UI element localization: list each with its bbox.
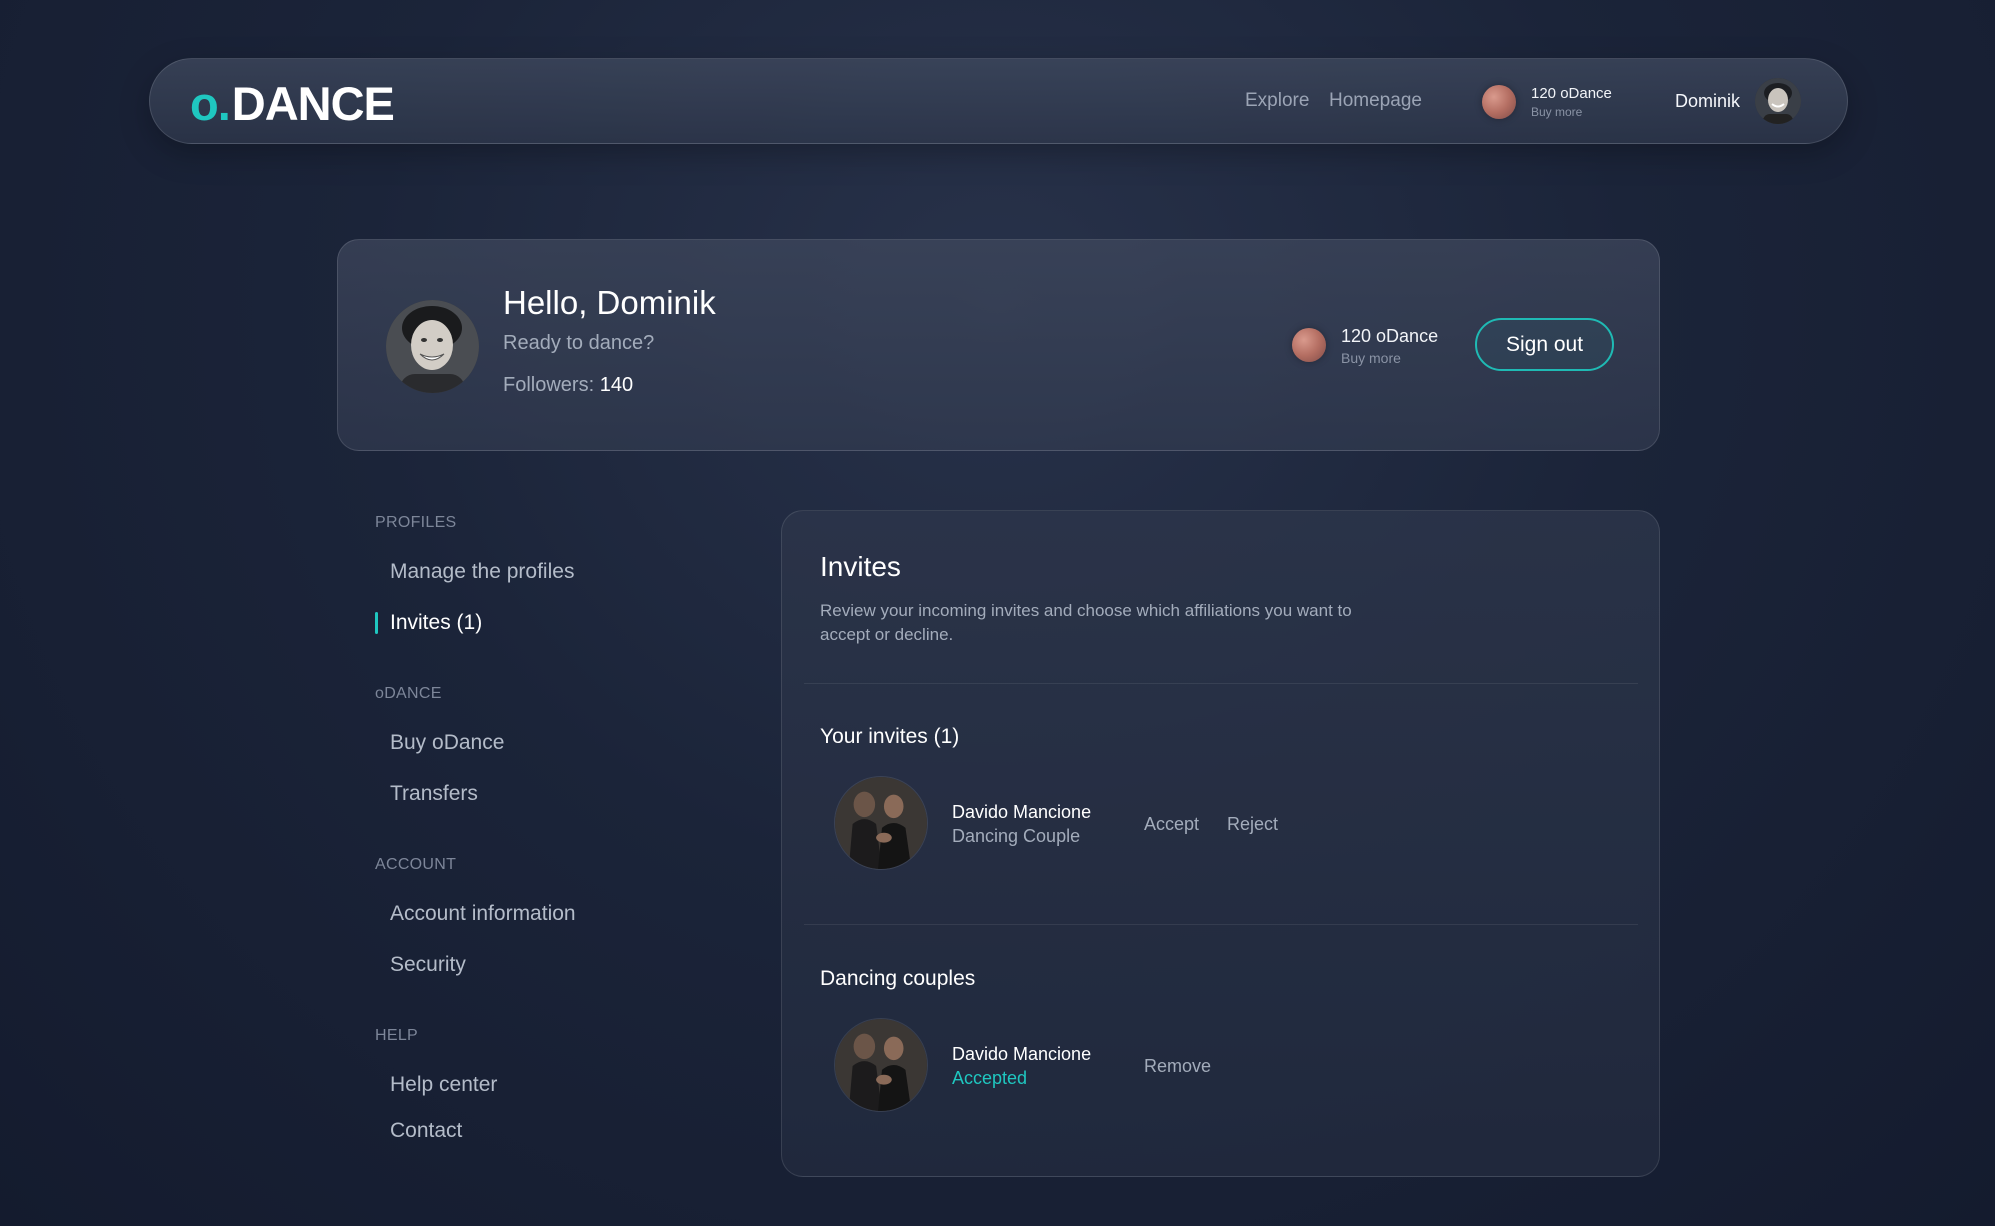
greeting-heading: Hello, Dominik: [503, 284, 716, 321]
dancing-couple-photo-icon: [835, 1019, 927, 1111]
dancing-couples-title: Dancing couples: [820, 967, 976, 990]
sidebar-item-transfers[interactable]: Transfers: [390, 782, 478, 806]
odance-coin-icon: [1292, 328, 1326, 362]
header-buy-more-link[interactable]: Buy more: [1531, 105, 1582, 119]
sidebar-heading-odance: oDANCE: [375, 685, 442, 702]
odance-coin-icon: [1482, 85, 1516, 119]
top-navbar: o. DANCE Explore Homepage 120 oDance Buy …: [149, 58, 1848, 144]
tagline-text: Ready to dance?: [503, 332, 655, 354]
sidebar-heading-profiles: PROFILES: [375, 514, 457, 531]
sidebar-item-invites[interactable]: Invites (1): [390, 611, 482, 635]
reject-invite-button[interactable]: Reject: [1227, 814, 1278, 835]
sidebar-item-security[interactable]: Security: [390, 953, 466, 977]
couple-status-accepted: Accepted: [952, 1068, 1028, 1088]
invites-title: Invites: [820, 551, 901, 582]
odance-logo[interactable]: o. DANCE: [190, 76, 395, 131]
followers-line: Followers: 140: [503, 374, 633, 397]
logo-o: o: [190, 77, 219, 130]
invites-panel: Invites Review your incoming invites and…: [781, 510, 1660, 1177]
dancing-couple-photo-icon: [835, 777, 927, 869]
profile-balance-amount: 120 oDance: [1341, 326, 1439, 346]
couple-avatar: [834, 1018, 928, 1112]
sidebar-item-buy-odance[interactable]: Buy oDance: [390, 731, 504, 755]
remove-couple-button[interactable]: Remove: [1144, 1056, 1211, 1077]
header-user-name[interactable]: Dominik: [1675, 91, 1740, 112]
section-divider: [804, 683, 1638, 684]
followers-label: Followers:: [503, 374, 595, 396]
sidebar-heading-account: ACCOUNT: [375, 856, 457, 873]
couple-avatar: [834, 776, 928, 870]
invites-description: Review your incoming invites and choose …: [820, 601, 1352, 644]
nav-homepage-link[interactable]: Homepage: [1329, 90, 1422, 112]
sidebar-item-help-center[interactable]: Help center: [390, 1073, 497, 1097]
your-invites-title: Your invites (1): [820, 725, 960, 748]
sign-out-button[interactable]: Sign out: [1475, 318, 1614, 371]
nav-explore-link[interactable]: Explore: [1245, 90, 1309, 112]
user-avatar-icon: [1755, 78, 1801, 124]
profile-avatar: [386, 300, 479, 393]
sidebar-item-account-information[interactable]: Account information: [390, 902, 576, 926]
logo-text: DANCE: [231, 77, 395, 130]
logo-dot: .: [217, 77, 231, 130]
profile-buy-more-link[interactable]: Buy more: [1341, 350, 1401, 366]
header-avatar[interactable]: [1755, 78, 1801, 124]
followers-count: 140: [599, 374, 634, 396]
user-avatar-icon: [386, 300, 479, 393]
invite-couple-name: Davido Mancione: [952, 802, 1092, 822]
sidebar-item-manage-profiles[interactable]: Manage the profiles: [390, 560, 574, 584]
header-balance-amount: 120 oDance: [1531, 85, 1612, 102]
profile-card: Hello, Dominik Ready to dance? Followers…: [337, 239, 1660, 451]
couple-name: Davido Mancione: [952, 1044, 1092, 1064]
accept-invite-button[interactable]: Accept: [1144, 814, 1199, 835]
active-indicator: [375, 612, 378, 634]
sidebar-item-contact[interactable]: Contact: [390, 1119, 462, 1143]
invite-couple-type: Dancing Couple: [952, 826, 1081, 846]
sidebar-heading-help: HELP: [375, 1027, 418, 1044]
section-divider: [804, 924, 1638, 925]
